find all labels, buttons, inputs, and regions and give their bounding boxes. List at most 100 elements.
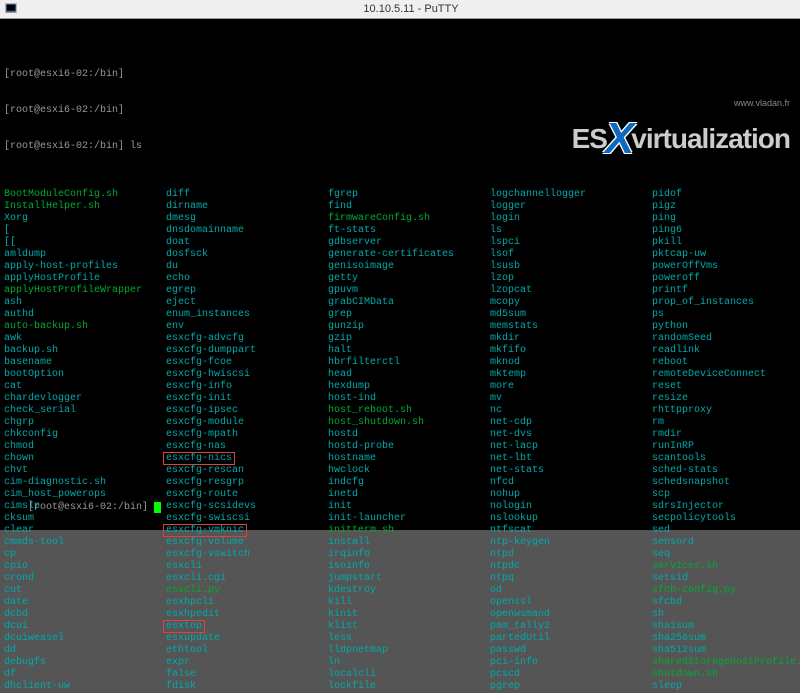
file-entry: nohup	[490, 489, 586, 501]
file-entry: echo	[166, 273, 256, 285]
file-entry: runInRP	[652, 441, 800, 453]
file-entry: generate-certificates	[328, 249, 454, 261]
file-entry: sleep	[652, 681, 800, 693]
file-entry: esxcfg-advcfg	[166, 333, 256, 345]
file-entry: host-ind	[328, 393, 454, 405]
file-entry: genisoimage	[328, 261, 454, 273]
file-entry: sdrsInjector	[652, 501, 800, 513]
file-entry: net-dvs	[490, 429, 586, 441]
window-title: 10.10.5.11 - PuTTY	[22, 0, 800, 18]
file-entry: scantools	[652, 453, 800, 465]
file-entry: dnsdomainname	[166, 225, 256, 237]
file-entry: inetd	[328, 489, 454, 501]
file-entry: gzip	[328, 333, 454, 345]
file-entry: pidof	[652, 189, 800, 201]
file-entry: dcbd	[4, 609, 142, 621]
file-entry: [	[4, 225, 142, 237]
file-entry: rhttpproxy	[652, 405, 800, 417]
file-entry: apply-host-profiles	[4, 261, 142, 273]
file-entry: sha256sum	[652, 633, 800, 645]
file-entry: esxcfg-vswitch	[166, 549, 256, 561]
file-entry: host_shutdown.sh	[328, 417, 454, 429]
file-entry: indcfg	[328, 477, 454, 489]
terminal-area[interactable]: www.vladan.fr ESXvirtualization [root@es…	[0, 19, 800, 530]
file-entry: more	[490, 381, 586, 393]
file-entry: lldpnetmap	[328, 645, 454, 657]
file-entry: schedsnapshot	[652, 477, 800, 489]
putty-icon	[4, 2, 18, 16]
file-entry: esxcfg-mpath	[166, 429, 256, 441]
file-entry: dmesg	[166, 213, 256, 225]
file-entry: egrep	[166, 285, 256, 297]
file-entry: sfcb-config.py	[652, 585, 800, 597]
file-entry: init	[328, 501, 454, 513]
file-entry: enum_instances	[166, 309, 256, 321]
file-entry: sfcbd	[652, 597, 800, 609]
file-entry: setsid	[652, 573, 800, 585]
file-entry: initterm.sh	[328, 525, 454, 537]
file-entry: gunzip	[328, 321, 454, 333]
file-entry: ntfscat	[490, 525, 586, 537]
file-entry: nfcd	[490, 477, 586, 489]
file-entry: hbrfilterctl	[328, 357, 454, 369]
file-entry: InstallHelper.sh	[4, 201, 142, 213]
file-entry: df	[4, 669, 142, 681]
file-entry: fdisk	[166, 681, 256, 693]
file-entry: powerOffVms	[652, 261, 800, 273]
file-entry: backup.sh	[4, 345, 142, 357]
file-entry: false	[166, 669, 256, 681]
file-entry: hexdump	[328, 381, 454, 393]
prompt-current[interactable]: [root@esxi6-02:/bin]	[4, 490, 161, 526]
file-entry: jumpstart	[328, 573, 454, 585]
file-entry: poweroff	[652, 273, 800, 285]
file-entry: ping6	[652, 225, 800, 237]
file-entry: diff	[166, 189, 256, 201]
file-entry: od	[490, 585, 586, 597]
file-entry: login	[490, 213, 586, 225]
file-entry: rm	[652, 417, 800, 429]
file-entry: hostd-probe	[328, 441, 454, 453]
file-entry: rmdir	[652, 429, 800, 441]
file-entry: mktemp	[490, 369, 586, 381]
file-entry: ln	[328, 657, 454, 669]
file-entry: cut	[4, 585, 142, 597]
file-entry: init-launcher	[328, 513, 454, 525]
file-entry: mkfifo	[490, 345, 586, 357]
file-entry: python	[652, 321, 800, 333]
file-entry: nslookup	[490, 513, 586, 525]
file-entry: dosfsck	[166, 249, 256, 261]
file-entry: cmmds-tool	[4, 537, 142, 549]
file-entry: lsusb	[490, 261, 586, 273]
file-entry: net-lacp	[490, 441, 586, 453]
file-entry: localcli	[328, 669, 454, 681]
file-entry: chmod	[4, 441, 142, 453]
file-entry: ntpdc	[490, 561, 586, 573]
file-entry: dhclient-uw	[4, 681, 142, 693]
window-titlebar[interactable]: 10.10.5.11 - PuTTY	[0, 0, 800, 19]
file-entry: chgrp	[4, 417, 142, 429]
file-entry: amldump	[4, 249, 142, 261]
watermark: www.vladan.fr ESXvirtualization	[572, 79, 790, 169]
file-entry: pci-info	[490, 657, 586, 669]
file-entry: eject	[166, 297, 256, 309]
file-entry: sensord	[652, 537, 800, 549]
file-entry: dd	[4, 645, 142, 657]
file-entry: scp	[652, 489, 800, 501]
file-entry: esxcfg-module	[166, 417, 256, 429]
file-entry: chvt	[4, 465, 142, 477]
cursor	[154, 502, 161, 513]
file-entry: pigz	[652, 201, 800, 213]
file-entry: head	[328, 369, 454, 381]
file-entry: ethtool	[166, 645, 256, 657]
file-entry: sha1sum	[652, 621, 800, 633]
file-entry: esxcfg-dumppart	[166, 345, 256, 357]
file-entry: dirname	[166, 201, 256, 213]
file-entry: sha512sum	[652, 645, 800, 657]
file-entry: esxcfg-route	[166, 489, 256, 501]
file-entry: pkill	[652, 237, 800, 249]
file-entry: esxcfg-vmknic	[166, 525, 256, 537]
file-entry: bootOption	[4, 369, 142, 381]
file-entry: date	[4, 597, 142, 609]
file-entry: du	[166, 261, 256, 273]
file-entry: chardevlogger	[4, 393, 142, 405]
